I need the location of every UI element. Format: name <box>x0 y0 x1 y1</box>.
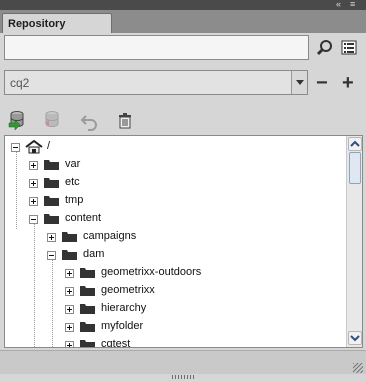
expand-node-icon[interactable] <box>47 233 56 242</box>
folder-icon <box>80 340 95 347</box>
expand-node-icon[interactable] <box>65 305 74 314</box>
folder-icon <box>62 232 77 242</box>
tab-strip: Repository Manager <box>0 10 366 50</box>
chevron-down-icon[interactable] <box>291 71 307 94</box>
scroll-down-icon[interactable] <box>348 331 362 345</box>
tree-node-hierarchy[interactable]: hierarchy <box>63 300 303 318</box>
folder-icon <box>80 286 95 296</box>
collapse-node-icon[interactable] <box>11 143 20 152</box>
workspace-selected-value: cq2 <box>10 76 30 90</box>
folder-icon <box>44 196 59 206</box>
tree-node-label: geometrixx-outdoors <box>101 266 202 278</box>
list-icon[interactable] <box>340 38 360 58</box>
tree-node-label: myfolder <box>101 320 144 332</box>
tree-node-etc[interactable]: etc <box>27 174 307 192</box>
expand-node-icon[interactable] <box>29 197 38 206</box>
resize-grip-icon[interactable] <box>353 363 363 373</box>
tree-node-tmp[interactable]: tmp <box>27 192 307 210</box>
panel-drag-handle[interactable] <box>172 375 194 379</box>
expand-node-icon[interactable] <box>65 269 74 278</box>
expand-node-icon[interactable] <box>65 287 74 296</box>
tree-node-campaigns[interactable]: campaigns <box>45 228 305 246</box>
tree-node-var[interactable]: var <box>27 156 307 174</box>
folder-icon <box>80 304 95 314</box>
folder-icon <box>44 160 59 170</box>
tree-connector <box>16 151 17 229</box>
folder-icon <box>62 250 77 260</box>
tree-node-label: campaigns <box>83 230 137 242</box>
tree-node-label: etc <box>65 176 80 188</box>
tree-node-label: var <box>65 158 81 170</box>
tree-node-label: / <box>47 140 51 152</box>
status-bar <box>0 350 366 374</box>
expand-node-icon[interactable] <box>65 323 74 332</box>
folder-icon <box>44 178 59 188</box>
search-icon[interactable] <box>315 38 335 58</box>
tree-connector <box>52 259 53 347</box>
tree-node-label: content <box>65 212 102 224</box>
trash-icon[interactable] <box>116 111 136 131</box>
folder-icon <box>44 214 59 224</box>
repository-panel: cq2 − + / var etc tmp content campaigns … <box>0 33 366 382</box>
tree-node-label: tmp <box>65 194 84 206</box>
tree-node-label: geometrixx <box>101 284 155 296</box>
folder-icon <box>80 322 95 332</box>
tree-node-geometrixx-outdoors[interactable]: geometrixx-outdoors <box>63 264 303 282</box>
repository-tree[interactable]: / var etc tmp content campaigns dam geom… <box>4 135 363 348</box>
search-input[interactable] <box>4 35 309 60</box>
scroll-up-icon[interactable] <box>348 137 362 151</box>
panel-menu-icon[interactable]: ≡ <box>350 0 355 10</box>
export-database-icon <box>42 110 62 130</box>
expand-node-icon[interactable] <box>29 179 38 188</box>
workspace-select[interactable]: cq2 <box>4 70 308 95</box>
tree-node-label: cqtest <box>101 338 131 348</box>
tree-connector <box>34 223 35 347</box>
undo-icon <box>80 111 100 131</box>
tree-node-root[interactable]: / <box>9 138 309 156</box>
folder-icon <box>80 268 95 278</box>
scrollbar-thumb[interactable] <box>349 152 361 184</box>
minus-icon[interactable]: − <box>316 73 328 93</box>
collapse-node-icon[interactable] <box>47 251 56 260</box>
expand-node-icon[interactable] <box>65 341 74 347</box>
collapse-icon[interactable]: « <box>336 0 341 10</box>
expand-node-icon[interactable] <box>29 161 38 170</box>
tree-scrollbar[interactable] <box>346 136 362 347</box>
tree-node-cqtest[interactable]: cqtest <box>63 336 303 348</box>
tree-node-myfolder[interactable]: myfolder <box>63 318 303 336</box>
tree-node-label: hierarchy <box>101 302 147 314</box>
tree-node-dam[interactable]: dam <box>45 246 305 264</box>
tree-node-content[interactable]: content <box>27 210 307 228</box>
collapse-node-icon[interactable] <box>29 215 38 224</box>
window-titlebar: « ≡ <box>0 0 366 10</box>
home-icon <box>25 140 43 154</box>
tab-repository-manager[interactable]: Repository Manager <box>2 13 112 50</box>
plus-icon[interactable]: + <box>342 73 354 93</box>
import-database-icon[interactable] <box>7 110 27 131</box>
tree-node-geometrixx[interactable]: geometrixx <box>63 282 303 300</box>
tree-node-label: dam <box>83 248 105 260</box>
